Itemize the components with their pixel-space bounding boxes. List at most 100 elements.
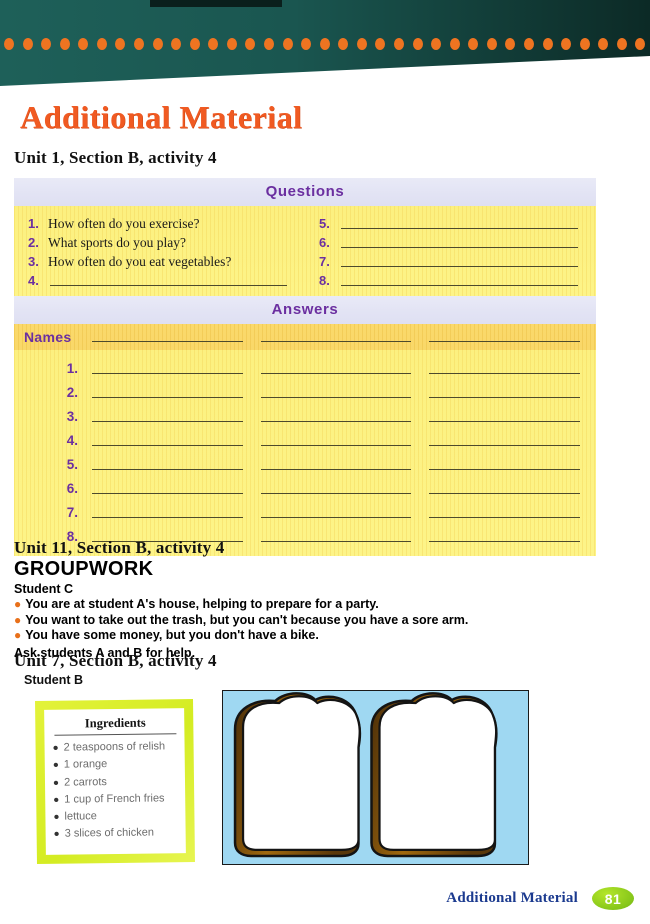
banner-dot xyxy=(579,38,590,50)
banner-dot xyxy=(505,38,516,50)
answer-cell[interactable] xyxy=(259,450,428,474)
page-number: 81 xyxy=(604,890,622,907)
banner-dot xyxy=(96,38,107,50)
questions-band: Questions xyxy=(14,178,596,206)
answer-row-number: 1. xyxy=(66,361,78,376)
bullet-icon: ● xyxy=(52,777,60,789)
question-number: 4. xyxy=(28,273,39,288)
answer-cell[interactable] xyxy=(90,402,259,426)
bullet-icon: ● xyxy=(52,742,59,754)
ingredient-item: ● 2 teaspoons of relish xyxy=(52,738,178,757)
answer-cell[interactable] xyxy=(259,498,428,522)
question-text: What sports do you play? xyxy=(48,235,186,250)
answer-cell[interactable] xyxy=(259,522,428,546)
question-write-line[interactable] xyxy=(341,272,578,286)
answer-cell[interactable] xyxy=(259,426,428,450)
ingredient-text: 2 carrots xyxy=(63,775,107,789)
answer-cell[interactable] xyxy=(259,474,428,498)
answer-cell[interactable] xyxy=(90,498,259,522)
question-text: How often do you exercise? xyxy=(48,216,200,231)
question-row: 2. What sports do you play? xyxy=(14,232,305,251)
banner-dot xyxy=(635,38,646,50)
ingredient-text: 2 teaspoons of relish xyxy=(63,740,166,754)
banner-dot xyxy=(78,38,89,50)
questions-body: 1. How often do you exercise? 2. What sp… xyxy=(14,206,596,297)
banner-dot xyxy=(616,38,627,50)
banner-dot xyxy=(282,38,293,50)
question-number: 1. xyxy=(28,216,39,231)
answer-cell[interactable] xyxy=(427,474,596,498)
banner-dot xyxy=(264,38,274,50)
groupwork-bullet-text: You are at student A's house, helping to… xyxy=(25,597,379,611)
answer-cell[interactable] xyxy=(259,402,428,426)
bread-slice-body xyxy=(378,695,498,852)
questions-band-label: Questions xyxy=(265,183,345,200)
answer-row: 7. xyxy=(14,498,596,522)
banner-dot xyxy=(152,38,163,50)
banner-dot xyxy=(319,38,330,50)
answer-cell[interactable] xyxy=(427,354,596,378)
section-heading-unit7: Unit 7, Section B, activity 4 xyxy=(14,651,217,670)
answer-cell[interactable] xyxy=(427,402,596,426)
bullet-icon: ● xyxy=(53,829,60,841)
answer-row-number: 2. xyxy=(66,385,78,400)
question-row: 3. How often do you eat vegetables? xyxy=(14,251,305,270)
dot-row xyxy=(0,38,650,52)
footer-label: Additional Material xyxy=(446,890,578,906)
question-write-line[interactable] xyxy=(341,215,578,229)
questions-left-column: 1. How often do you exercise? 2. What sp… xyxy=(14,213,305,289)
question-write-line[interactable] xyxy=(341,253,578,267)
groupwork-title: GROUPWORK xyxy=(14,558,154,580)
name-cell[interactable] xyxy=(259,324,428,350)
question-number: 2. xyxy=(28,235,39,250)
bullet-icon: ● xyxy=(52,759,59,772)
answer-cell[interactable] xyxy=(90,474,259,498)
answer-cell[interactable] xyxy=(427,498,596,522)
ingredients-title: Ingredients xyxy=(54,715,177,736)
question-write-line[interactable] xyxy=(341,234,578,248)
answer-row-number: 3. xyxy=(66,409,78,424)
banner-dot xyxy=(208,38,219,50)
answer-cell[interactable] xyxy=(427,426,596,450)
name-cell[interactable] xyxy=(90,324,259,350)
answer-cell[interactable] xyxy=(427,522,596,546)
ingredient-text: 1 orange xyxy=(63,758,108,771)
banner-dot xyxy=(486,38,497,50)
banner-notch xyxy=(150,0,282,7)
question-number: 6. xyxy=(319,235,330,250)
section-heading-unit11: Unit 11, Section B, activity 4 xyxy=(14,538,225,557)
answer-row: 3. xyxy=(14,402,596,426)
banner-dot xyxy=(59,38,70,50)
banner-dot xyxy=(4,38,14,50)
answer-cell[interactable] xyxy=(259,354,428,378)
answer-cell[interactable] xyxy=(90,450,259,474)
answer-cell[interactable] xyxy=(90,354,259,378)
ingredients-card: Ingredients ● 2 teaspoons of relish ● 1 or… xyxy=(35,699,195,864)
answer-cell[interactable] xyxy=(90,378,259,402)
banner-dot xyxy=(598,38,609,50)
question-write-line[interactable] xyxy=(50,272,287,286)
ingredient-text: 3 slices of chicken xyxy=(64,827,155,841)
answer-cell[interactable] xyxy=(427,450,596,474)
answers-band-label: Answers xyxy=(271,301,339,318)
header-banner xyxy=(0,0,650,92)
name-cell[interactable] xyxy=(427,324,596,350)
question-number: 3. xyxy=(28,254,39,269)
question-number: 5. xyxy=(319,216,330,231)
unit7-student-label: Student B xyxy=(24,673,84,687)
ingredient-item: ● 3 slices of chicken xyxy=(54,825,180,844)
question-number: 7. xyxy=(319,254,330,269)
bullet-icon: ● xyxy=(14,612,22,627)
answer-cell[interactable] xyxy=(427,378,596,402)
question-row: 5. xyxy=(305,213,596,232)
section-heading-unit1: Unit 1, Section B, activity 4 xyxy=(14,148,217,167)
answer-cell[interactable] xyxy=(259,378,428,402)
banner-dot xyxy=(338,38,349,50)
groupwork-block: GROUPWORK Student C ● You are at student… xyxy=(14,558,634,661)
groupwork-bullet-item: ● You are at student A's house, helping … xyxy=(14,597,634,613)
banner-dot xyxy=(245,38,256,50)
question-row: 1. How often do you exercise? xyxy=(14,213,305,232)
answer-cell[interactable] xyxy=(90,426,259,450)
ingredient-item: ● 1 cup of French fries xyxy=(53,790,179,809)
page-footer: Additional Material 81 xyxy=(0,887,650,910)
